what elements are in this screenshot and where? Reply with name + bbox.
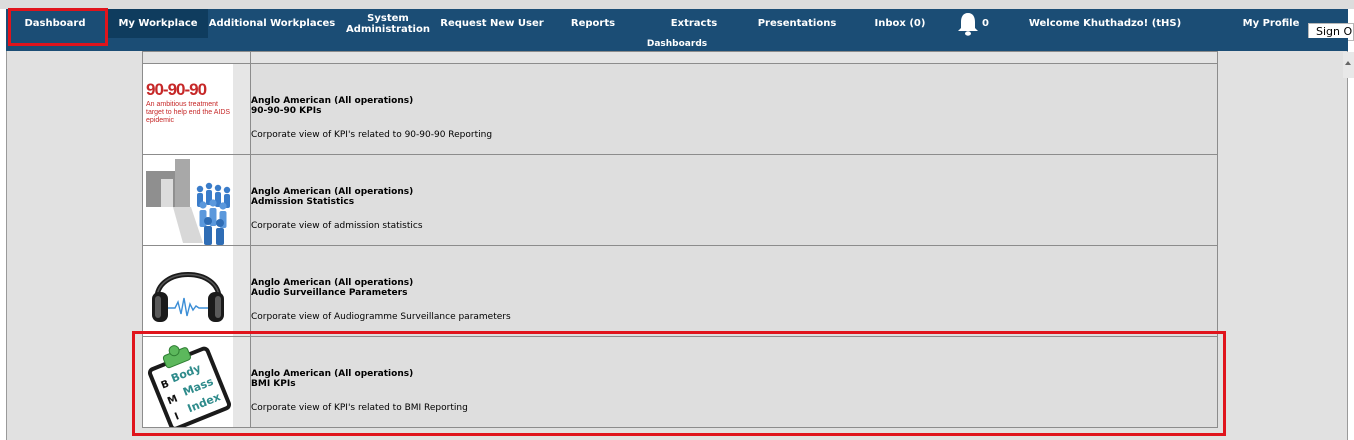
thumbnail-subtitle: An ambitious treatment target to help en… xyxy=(146,101,231,124)
thumbnail-gutter xyxy=(233,337,251,427)
nav-inbox[interactable]: Inbox (0) xyxy=(868,9,932,38)
nav-welcome: Welcome Khuthadzo! (tHS) xyxy=(1028,18,1182,29)
dashboard-description: Corporate view of KPI's related to 90-90… xyxy=(251,130,493,140)
scrollbar-up-arrow[interactable] xyxy=(1343,52,1354,78)
top-strip xyxy=(0,0,1354,9)
section-title: Dashboards xyxy=(6,38,1348,51)
dashboard-row[interactable]: Anglo American (All operations) Admissio… xyxy=(142,155,1218,246)
nav-system-administration[interactable]: System Administration xyxy=(346,9,430,38)
dashboard-organisation: Anglo American (All operations) xyxy=(251,96,414,106)
nav-request-new-user[interactable]: Request New User xyxy=(440,9,544,38)
dashboard-organisation: Anglo American (All operations) xyxy=(251,369,414,379)
dashboard-row[interactable]: Anglo American (All operations) Audio Su… xyxy=(142,246,1218,337)
dashboard-name[interactable]: Audio Surveillance Parameters xyxy=(251,288,407,298)
nav-additional-workplaces[interactable]: Additional Workplaces xyxy=(209,9,335,38)
thumbnail-gutter xyxy=(233,155,251,245)
nav-extracts[interactable]: Extracts xyxy=(662,9,726,38)
nav-reports[interactable]: Reports xyxy=(562,9,624,38)
dashboard-organisation: Anglo American (All operations) xyxy=(251,278,414,288)
notification-count: 0 xyxy=(982,18,989,29)
dashboard-thumbnail-audio[interactable] xyxy=(143,246,233,336)
nav-my-profile[interactable]: My Profile xyxy=(1236,9,1306,38)
dashboard-name[interactable]: 90-90-90 KPIs xyxy=(251,106,321,116)
dashboard-thumbnail-9090[interactable]: 90-90-90 An ambitious treatment target t… xyxy=(143,64,233,154)
dashboard-description: Corporate view of admission statistics xyxy=(251,221,423,231)
table-header-divider xyxy=(250,52,251,63)
bmi-clipboard-icon: Body Mass Index B M I xyxy=(147,345,232,427)
bell-icon[interactable] xyxy=(956,11,980,37)
dashboard-name[interactable]: BMI KPIs xyxy=(251,379,296,389)
dashboard-description: Corporate view of Audiogramme Surveillan… xyxy=(251,312,511,322)
nav-dashboard[interactable]: Dashboard xyxy=(6,9,104,38)
nav-presentations[interactable]: Presentations xyxy=(754,9,840,38)
dashboard-name[interactable]: Admission Statistics xyxy=(251,197,354,207)
dashboard-row[interactable]: Body Mass Index B M I Anglo American (Al… xyxy=(142,337,1218,428)
table-header-row xyxy=(142,51,1218,64)
building-crowd-icon xyxy=(146,159,231,245)
thumbnail-title: 90-90-90 xyxy=(146,80,207,99)
thumbnail-gutter xyxy=(233,64,251,154)
headphones-icon xyxy=(152,272,224,322)
dashboard-thumbnail-admission[interactable] xyxy=(143,155,233,245)
nav-my-workplace[interactable]: My Workplace xyxy=(108,9,208,38)
dashboard-description: Corporate view of KPI's related to BMI R… xyxy=(251,403,468,413)
main-navbar: Dashboard My Workplace Additional Workpl… xyxy=(6,9,1348,38)
dashboard-organisation: Anglo American (All operations) xyxy=(251,187,414,197)
thumbnail-gutter xyxy=(233,246,251,336)
dashboard-thumbnail-bmi[interactable]: Body Mass Index B M I xyxy=(143,337,233,427)
dashboard-row[interactable]: 90-90-90 An ambitious treatment target t… xyxy=(142,64,1218,155)
